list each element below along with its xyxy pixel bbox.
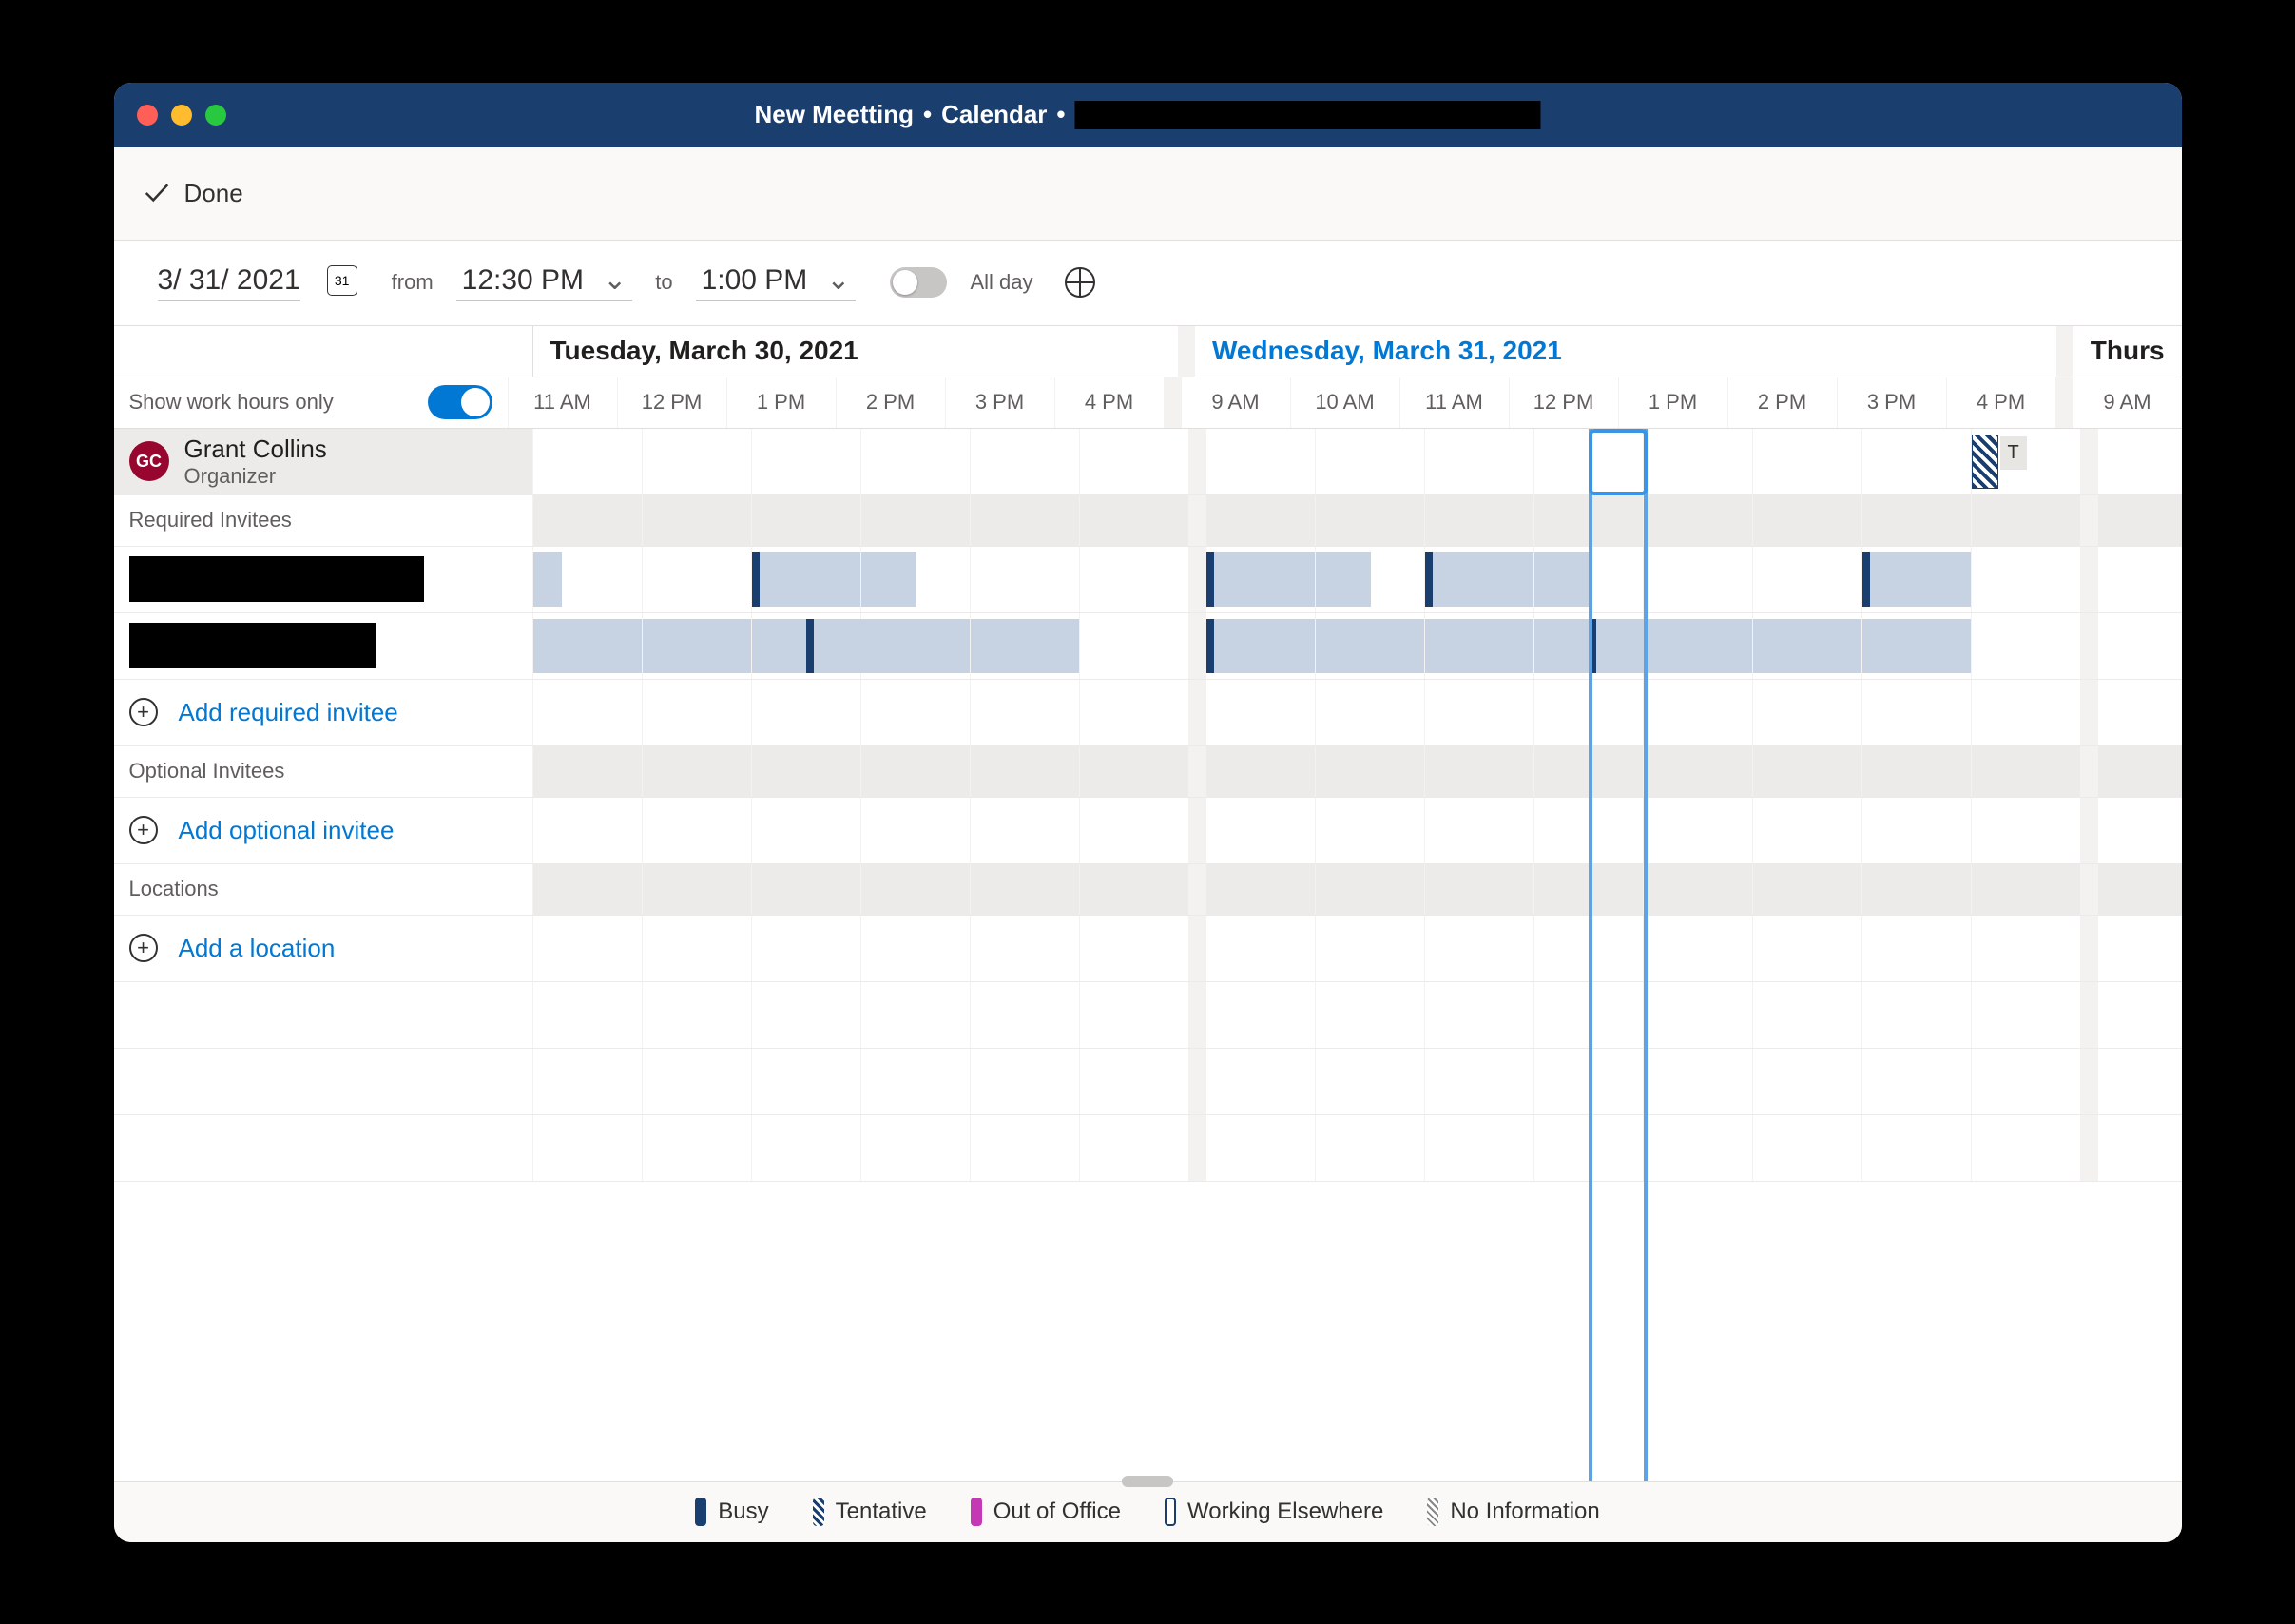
tentative-event[interactable]: [1972, 435, 1998, 489]
hour-header-row: Show work hours only 11 AM 12 PM 1 PM 2 …: [114, 377, 2182, 429]
add-optional-row[interactable]: + Add optional invitee: [114, 798, 2182, 864]
busy-event[interactable]: [1862, 552, 1972, 607]
selection-start-line: [1589, 429, 1592, 1481]
date-field[interactable]: 3/ 31/ 2021: [158, 264, 300, 301]
add-location-link: Add a location: [179, 934, 336, 963]
empty-row: [114, 1115, 2182, 1182]
hour-cell: 1 PM: [1618, 377, 1727, 428]
hour-cell: 1 PM: [726, 377, 836, 428]
add-required-row[interactable]: + Add required invitee: [114, 680, 2182, 746]
all-day-label: All day: [970, 270, 1032, 295]
day-header-thu: Thurs: [2073, 326, 2182, 377]
plus-icon: +: [129, 816, 158, 844]
hour-cell: 4 PM: [1946, 377, 2055, 428]
hour-cell: 4 PM: [1054, 377, 1164, 428]
invitee-name-redacted: [129, 623, 376, 668]
legend-no-information: No Information: [1427, 1498, 1599, 1526]
hour-cell: 9 AM: [1181, 377, 1290, 428]
invitee-name-redacted: [129, 556, 424, 602]
hour-cell: 11 AM: [508, 377, 617, 428]
timezone-icon[interactable]: [1065, 267, 1095, 298]
datetime-bar: 3/ 31/ 2021 31 from 12:30 PM ⌄ to 1:00 P…: [114, 241, 2182, 326]
hour-cell: 2 PM: [836, 377, 945, 428]
invitee-row: [114, 613, 2182, 680]
empty-row: [114, 1049, 2182, 1115]
start-time-select[interactable]: 12:30 PM ⌄: [456, 263, 633, 301]
add-location-row[interactable]: + Add a location: [114, 916, 2182, 982]
fullscreen-window-button[interactable]: [205, 105, 226, 126]
organizer-role: Organizer: [184, 464, 327, 489]
hour-cell: 3 PM: [1837, 377, 1946, 428]
work-hours-label: Show work hours only: [129, 390, 334, 415]
toolbar: Done: [114, 147, 2182, 241]
avatar: GC: [129, 441, 169, 481]
hour-cell: 9 AM: [2073, 377, 2182, 428]
calendar-icon[interactable]: 31: [327, 265, 357, 296]
empty-row: [114, 982, 2182, 1049]
hour-cell: 12 PM: [617, 377, 726, 428]
close-window-button[interactable]: [137, 105, 158, 126]
titlebar: New Meetting • Calendar •: [114, 83, 2182, 147]
chevron-down-icon: ⌄: [603, 263, 627, 297]
day-header-row: Tuesday, March 30, 2021 Wednesday, March…: [114, 326, 2182, 377]
scheduling-assistant-window: New Meetting • Calendar • Done 3/ 31/ 20…: [114, 83, 2182, 1542]
optional-section-header: Optional Invitees: [114, 746, 2182, 798]
day-header-tue: Tuesday, March 30, 2021: [532, 326, 1179, 377]
window-title: New Meetting • Calendar •: [754, 100, 1540, 129]
title-account-redacted: [1075, 101, 1541, 129]
selection-end-line: [1644, 429, 1648, 1481]
title-meeting: New Meetting: [754, 100, 914, 129]
locations-section-header: Locations: [114, 864, 2182, 916]
work-hours-toggle[interactable]: [428, 385, 492, 419]
legend-working-elsewhere: Working Elsewhere: [1165, 1498, 1383, 1526]
all-day-toggle[interactable]: [890, 267, 947, 298]
hour-cell: 12 PM: [1509, 377, 1618, 428]
minimize-window-button[interactable]: [171, 105, 192, 126]
legend-tentative: Tentative: [813, 1498, 927, 1526]
end-time-select[interactable]: 1:00 PM ⌄: [696, 263, 857, 301]
legend: Busy Tentative Out of Office Working Els…: [114, 1481, 2182, 1542]
hour-cell: 2 PM: [1727, 377, 1837, 428]
hour-cell: 3 PM: [945, 377, 1054, 428]
done-label: Done: [184, 179, 243, 208]
schedule-grid[interactable]: GC Grant Collins Organizer T: [114, 429, 2182, 1481]
required-section-header: Required Invitees: [114, 495, 2182, 547]
hour-cell: 11 AM: [1399, 377, 1509, 428]
checkmark-icon: [143, 179, 171, 207]
day-header-wed: Wednesday, March 31, 2021: [1195, 326, 2056, 377]
to-label: to: [655, 270, 672, 295]
tentative-label: T: [2000, 436, 2027, 470]
legend-out-of-office: Out of Office: [971, 1498, 1121, 1526]
hour-cell: 10 AM: [1290, 377, 1399, 428]
title-section: Calendar: [941, 100, 1047, 129]
plus-icon: +: [129, 698, 158, 726]
legend-busy: Busy: [695, 1498, 768, 1526]
invitee-row: [114, 547, 2182, 613]
organizer-row: GC Grant Collins Organizer T: [114, 429, 2182, 495]
horizontal-scroll-handle[interactable]: [1122, 1476, 1173, 1481]
add-optional-link: Add optional invitee: [179, 816, 395, 845]
window-controls: [137, 105, 226, 126]
chevron-down-icon: ⌄: [826, 263, 850, 297]
done-button[interactable]: Done: [143, 179, 243, 208]
add-required-link: Add required invitee: [179, 698, 398, 727]
organizer-name: Grant Collins: [184, 435, 327, 464]
from-label: from: [392, 270, 434, 295]
plus-icon: +: [129, 934, 158, 962]
